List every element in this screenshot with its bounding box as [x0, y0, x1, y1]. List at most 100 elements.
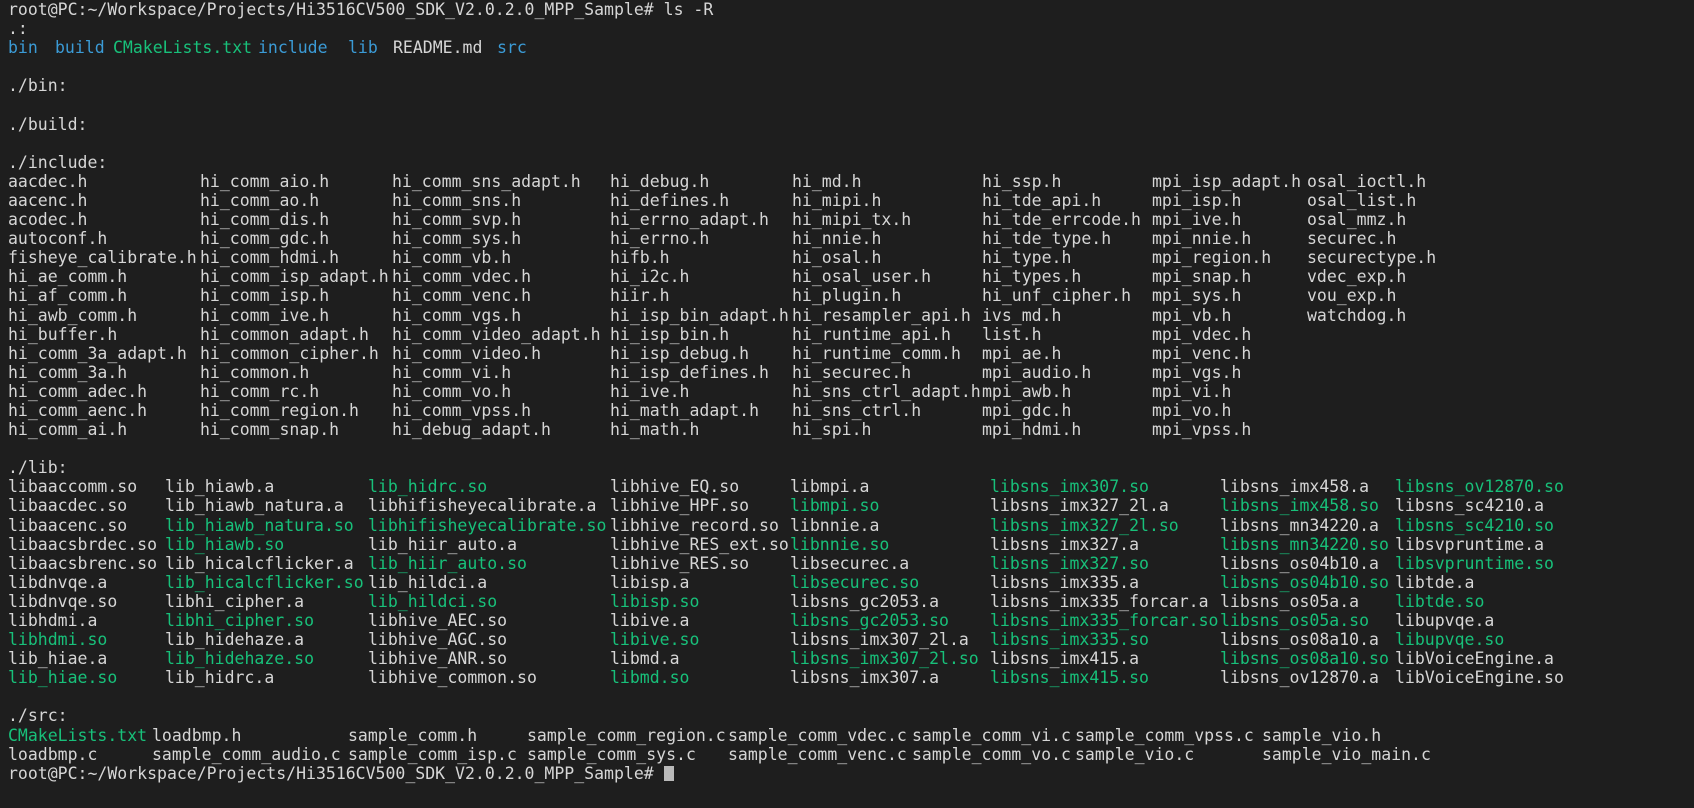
include-file-item[interactable]: hi_comm_sns_adapt.h	[392, 172, 581, 191]
lib-file-item[interactable]: libaacenc.so	[8, 516, 127, 535]
include-file-item[interactable]: hi_debug_adapt.h	[392, 420, 551, 439]
include-file-item[interactable]: hi_math.h	[610, 420, 699, 439]
include-file-item[interactable]: hi_mipi_tx.h	[792, 210, 911, 229]
include-file-item[interactable]: hi_comm_video_adapt.h	[392, 325, 601, 344]
lib-file-item[interactable]: libhive_AEC.so	[368, 611, 507, 630]
include-file-item[interactable]: osal_mmz.h	[1307, 210, 1406, 229]
src-file-item[interactable]: sample_comm_audio.c	[152, 745, 341, 764]
src-file-item[interactable]: sample_comm.h	[348, 726, 477, 745]
include-file-item[interactable]: mpi_ae.h	[982, 344, 1061, 363]
lib-file-item[interactable]: libsns_imx458.so	[1220, 496, 1379, 515]
include-file-item[interactable]: hi_tde_api.h	[982, 191, 1101, 210]
lib-file-item[interactable]: libhi_cipher.so	[165, 611, 314, 630]
lib-file-item[interactable]: lib_hiir_auto.a	[368, 535, 517, 554]
include-file-item[interactable]: hi_comm_ao.h	[200, 191, 319, 210]
include-file-item[interactable]: hi_tde_errcode.h	[982, 210, 1141, 229]
lib-file-item[interactable]: lib_hildci.a	[368, 573, 487, 592]
lib-file-item[interactable]: lib_hicalcflicker.a	[165, 554, 354, 573]
lib-file-item[interactable]: libaacdec.so	[8, 496, 127, 515]
lib-file-item[interactable]: libsvpruntime.so	[1395, 554, 1554, 573]
file-src[interactable]: src	[497, 38, 527, 57]
lib-file-item[interactable]: libsns_sc4210.so	[1395, 516, 1554, 535]
lib-file-item[interactable]: lib_hiawb.so	[165, 535, 284, 554]
lib-file-item[interactable]: libsns_imx335_forcar.so	[990, 611, 1218, 630]
include-file-item[interactable]: securec.h	[1307, 229, 1396, 248]
include-file-item[interactable]: mpi_region.h	[1152, 248, 1271, 267]
lib-file-item[interactable]: libsns_ov12870.a	[1220, 668, 1379, 687]
include-file-item[interactable]: mpi_vgs.h	[1152, 363, 1241, 382]
lib-file-item[interactable]: lib_hiawb_natura.a	[165, 496, 344, 515]
lib-file-item[interactable]: lib_hidrc.so	[368, 477, 487, 496]
lib-file-item[interactable]: libsns_sc4210.a	[1395, 496, 1544, 515]
include-file-item[interactable]: hi_comm_vo.h	[392, 382, 511, 401]
lib-file-item[interactable]: libsns_imx458.a	[1220, 477, 1369, 496]
include-file-item[interactable]: mpi_awb.h	[982, 382, 1071, 401]
include-file-item[interactable]: vou_exp.h	[1307, 286, 1396, 305]
lib-file-item[interactable]: libsns_imx307_2l.so	[790, 649, 979, 668]
lib-file-item[interactable]: libsns_gc2053.so	[790, 611, 949, 630]
lib-file-item[interactable]: libisp.a	[610, 573, 689, 592]
src-file-item[interactable]: CMakeLists.txt	[8, 726, 147, 745]
include-file-item[interactable]: hi_comm_3a_adapt.h	[8, 344, 187, 363]
include-file-item[interactable]: mpi_ive.h	[1152, 210, 1241, 229]
lib-file-item[interactable]: lib_hidehaze.so	[165, 649, 314, 668]
file-build[interactable]: build	[55, 38, 113, 57]
lib-file-item[interactable]: libsns_mn34220.so	[1220, 535, 1389, 554]
include-file-item[interactable]: hi_comm_aio.h	[200, 172, 329, 191]
include-file-item[interactable]: hi_plugin.h	[792, 286, 901, 305]
include-file-item[interactable]: hi_osal_user.h	[792, 267, 931, 286]
lib-file-item[interactable]: libdnvqe.a	[8, 573, 107, 592]
include-file-item[interactable]: hi_buffer.h	[8, 325, 117, 344]
lib-file-item[interactable]: libsns_os04b10.so	[1220, 573, 1389, 592]
include-file-item[interactable]: hi_comm_sys.h	[392, 229, 521, 248]
include-file-item[interactable]: hi_unf_cipher.h	[982, 286, 1131, 305]
file-cmakelists[interactable]: CMakeLists.txt	[113, 38, 258, 57]
include-file-item[interactable]: mpi_venc.h	[1152, 344, 1251, 363]
lib-file-item[interactable]: libsns_gc2053.a	[790, 592, 939, 611]
lib-file-item[interactable]: lib_hicalcflicker.so	[165, 573, 364, 592]
lib-file-item[interactable]: lib_hiae.so	[8, 668, 117, 687]
lib-file-item[interactable]: libhdmi.a	[8, 611, 97, 630]
file-bin[interactable]: bin	[8, 38, 55, 57]
lib-file-item[interactable]: libhive_RES_ext.so	[610, 535, 789, 554]
include-file-item[interactable]: ivs_md.h	[982, 306, 1061, 325]
include-file-item[interactable]: hi_ae_comm.h	[8, 267, 127, 286]
lib-file-item[interactable]: libaacsbrenc.so	[8, 554, 157, 573]
include-file-item[interactable]: hi_math_adapt.h	[610, 401, 759, 420]
include-file-item[interactable]: hi_comm_vdec.h	[392, 267, 531, 286]
file-lib[interactable]: lib	[348, 38, 393, 57]
lib-file-item[interactable]: libsns_os08a10.a	[1220, 630, 1379, 649]
include-file-item[interactable]: mpi_sys.h	[1152, 286, 1241, 305]
include-file-item[interactable]: mpi_audio.h	[982, 363, 1091, 382]
lib-file-item[interactable]: libisp.so	[610, 592, 699, 611]
lib-file-item[interactable]: lib_hildci.so	[368, 592, 497, 611]
lib-file-item[interactable]: libsns_imx307.so	[990, 477, 1149, 496]
include-file-item[interactable]: hi_nnie.h	[792, 229, 881, 248]
lib-file-item[interactable]: libaacsbrdec.so	[8, 535, 157, 554]
include-file-item[interactable]: hi_awb_comm.h	[8, 306, 137, 325]
include-file-item[interactable]: hi_af_comm.h	[8, 286, 127, 305]
file-readme[interactable]: README.md	[393, 38, 497, 57]
include-file-item[interactable]: mpi_vi.h	[1152, 382, 1231, 401]
lib-file-item[interactable]: libsns_imx307_2l.a	[790, 630, 969, 649]
file-include[interactable]: include	[258, 38, 348, 57]
include-file-item[interactable]: hi_comm_vb.h	[392, 248, 511, 267]
include-file-item[interactable]: hi_common_cipher.h	[200, 344, 379, 363]
lib-file-item[interactable]: libdnvqe.so	[8, 592, 117, 611]
src-file-item[interactable]: sample_vio.c	[1075, 745, 1194, 764]
lib-file-item[interactable]: libsecurec.a	[790, 554, 909, 573]
lib-file-item[interactable]: libsns_imx415.a	[990, 649, 1139, 668]
src-file-item[interactable]: sample_comm_region.c	[527, 726, 726, 745]
include-file-item[interactable]: list.h	[982, 325, 1042, 344]
src-file-item[interactable]: sample_comm_sys.c	[527, 745, 696, 764]
lib-file-item[interactable]: libhifisheyecalibrate.a	[368, 496, 596, 515]
include-file-item[interactable]: aacdec.h	[8, 172, 87, 191]
include-file-item[interactable]: hi_ive.h	[610, 382, 689, 401]
lib-file-item[interactable]: libsns_imx327_2l.a	[990, 496, 1169, 515]
include-file-item[interactable]: hi_comm_isp_adapt.h	[200, 267, 389, 286]
include-file-item[interactable]: hi_comm_vgs.h	[392, 306, 521, 325]
src-file-item[interactable]: sample_comm_isp.c	[348, 745, 517, 764]
src-file-item[interactable]: sample_comm_vdec.c	[728, 726, 907, 745]
lib-file-item[interactable]: libupvqe.so	[1395, 630, 1504, 649]
include-file-item[interactable]: hifb.h	[610, 248, 670, 267]
